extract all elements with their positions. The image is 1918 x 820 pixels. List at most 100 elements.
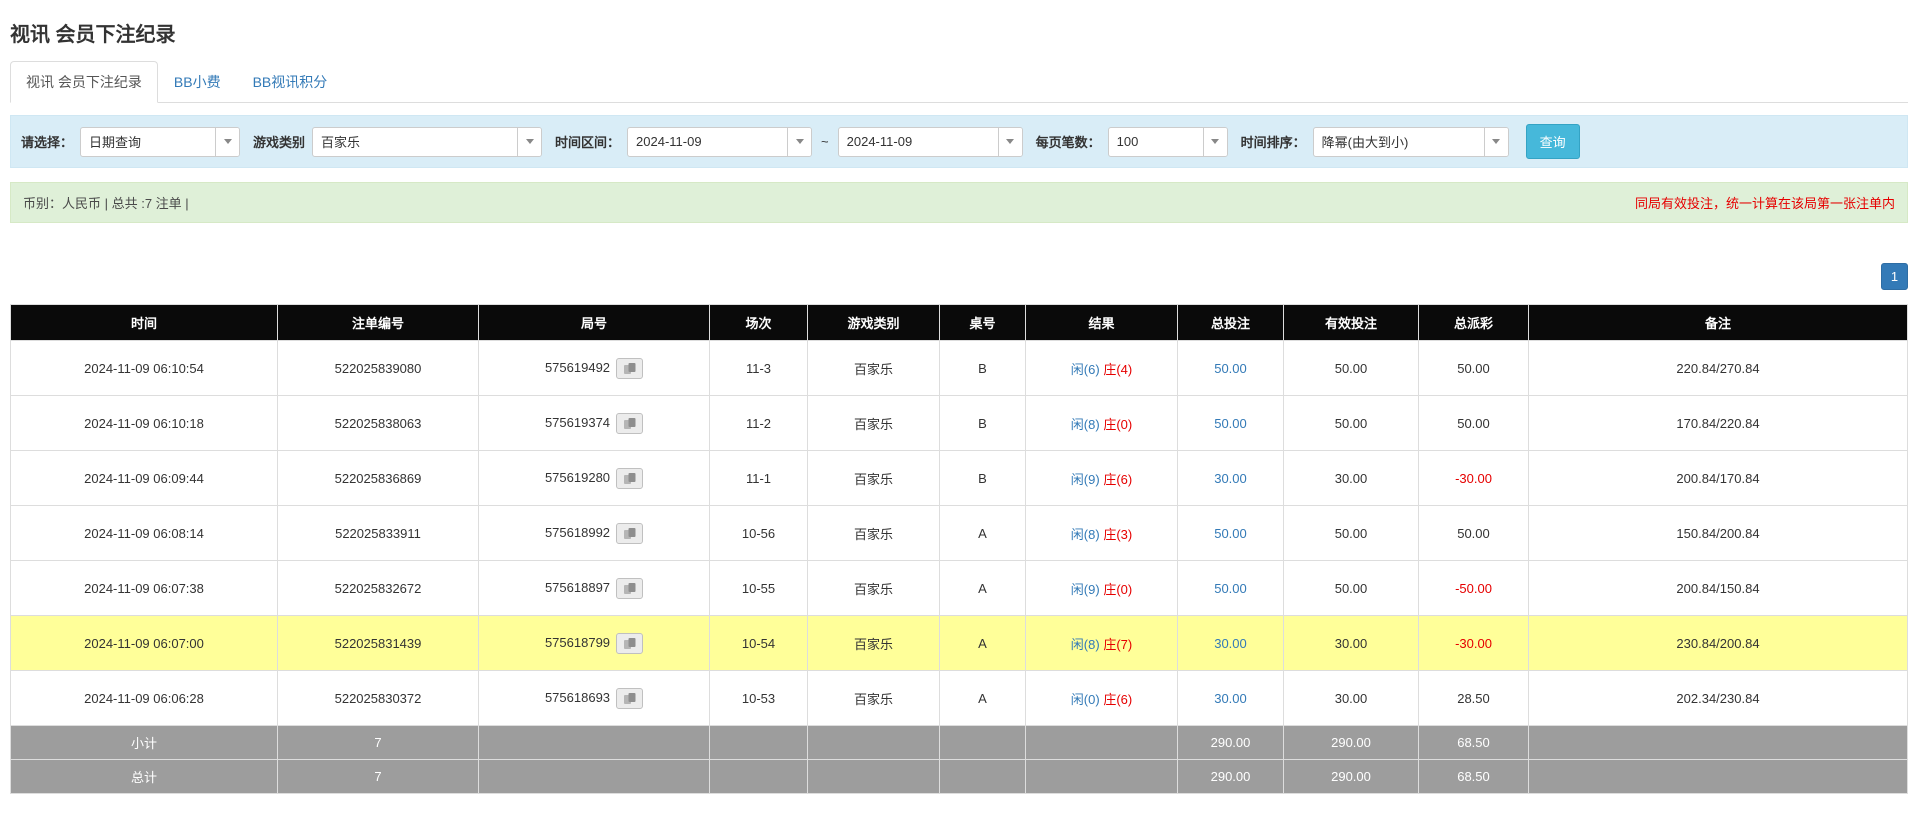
result-cell: 闲(9) 庄(0) (1026, 561, 1178, 616)
empty-cell (710, 726, 808, 760)
sort-value: 降幂(由大到小) (1314, 132, 1417, 151)
total-bet-cell: 30.00 (1178, 616, 1284, 671)
game-type-cell: 百家乐 (808, 616, 940, 671)
result-cell: 闲(9) 庄(6) (1026, 451, 1178, 506)
round-no-cell: 575618799 (479, 616, 710, 671)
total-bet-link[interactable]: 30.00 (1214, 636, 1247, 651)
session-cell: 11-1 (710, 451, 808, 506)
total-payout-cell: 68.50 (1419, 760, 1529, 794)
sort-select[interactable]: 降幂(由大到小) (1313, 127, 1509, 157)
table-no-cell: B (940, 396, 1026, 451)
total-bet-link[interactable]: 50.00 (1214, 416, 1247, 431)
table-no-cell: B (940, 451, 1026, 506)
page-1-button[interactable]: 1 (1881, 263, 1908, 290)
tab-bb-tips[interactable]: BB小费 (158, 61, 237, 103)
valid-bet-cell: 50.00 (1284, 396, 1419, 451)
valid-bet-cell: 30.00 (1284, 616, 1419, 671)
date-from-value: 2024-11-09 (628, 134, 710, 149)
time-cell: 2024-11-09 06:10:54 (11, 341, 278, 396)
table-no-cell: A (940, 506, 1026, 561)
table-no-cell: A (940, 616, 1026, 671)
payout-cell: 28.50 (1419, 671, 1529, 726)
cards-icon (623, 362, 637, 375)
tab-betting-records[interactable]: 视讯 会员下注纪录 (10, 61, 158, 103)
payout-cell: 50.00 (1419, 396, 1529, 451)
cards-icon (623, 417, 637, 430)
total-row: 总计 7 290.00 290.00 68.50 (11, 760, 1908, 794)
game-type-cell: 百家乐 (808, 451, 940, 506)
chevron-down-icon (215, 128, 239, 156)
round-replay-button[interactable] (616, 468, 643, 489)
note-cell: 200.84/170.84 (1529, 451, 1908, 506)
session-cell: 11-3 (710, 341, 808, 396)
column-header-game-type: 游戏类别 (808, 305, 940, 341)
valid-bet-cell: 50.00 (1284, 341, 1419, 396)
page-size-select[interactable]: 100 (1108, 127, 1228, 157)
total-bet-link[interactable]: 50.00 (1214, 526, 1247, 541)
bet-no-cell: 522025838063 (278, 396, 479, 451)
round-replay-button[interactable] (616, 523, 643, 544)
round-no-cell: 575619492 (479, 341, 710, 396)
pagination: 1 (10, 263, 1908, 290)
chevron-down-icon (1484, 128, 1508, 156)
cards-icon (623, 527, 637, 540)
round-no-cell: 575618693 (479, 671, 710, 726)
round-replay-button[interactable] (616, 413, 643, 434)
time-cell: 2024-11-09 06:06:28 (11, 671, 278, 726)
round-replay-button[interactable] (616, 633, 643, 654)
date-to-select[interactable]: 2024-11-09 (838, 127, 1023, 157)
date-from-select[interactable]: 2024-11-09 (627, 127, 812, 157)
game-type-select[interactable]: 百家乐 (312, 127, 542, 157)
bet-no-cell: 522025831439 (278, 616, 479, 671)
session-cell: 10-55 (710, 561, 808, 616)
result-banker: 庄(0) (1103, 582, 1132, 597)
subtotal-count-cell: 7 (278, 726, 479, 760)
round-no-cell: 575619280 (479, 451, 710, 506)
result-banker: 庄(4) (1103, 362, 1132, 377)
empty-cell (1529, 726, 1908, 760)
round-no: 575618799 (545, 634, 610, 649)
column-header-valid-bet: 有效投注 (1284, 305, 1419, 341)
session-cell: 10-56 (710, 506, 808, 561)
empty-cell (940, 726, 1026, 760)
table-row: 2024-11-09 06:07:38 522025832672 5756188… (11, 561, 1908, 616)
cards-icon (623, 472, 637, 485)
tab-bar: 视讯 会员下注纪录 BB小费 BB视讯积分 (10, 61, 1908, 103)
search-button[interactable]: 查询 (1526, 124, 1580, 159)
round-replay-button[interactable] (616, 578, 643, 599)
summary-bar: 币别：人民币 | 总共 :7 注单 | 同局有效投注，统一计算在该局第一张注单内 (10, 182, 1908, 223)
result-player: 闲(8) (1071, 637, 1100, 652)
table-row: 2024-11-09 06:10:54 522025839080 5756194… (11, 341, 1908, 396)
total-bet-link[interactable]: 30.00 (1214, 691, 1247, 706)
page-title: 视讯 会员下注纪录 (10, 18, 1908, 47)
round-replay-button[interactable] (616, 358, 643, 379)
total-bet-link[interactable]: 50.00 (1214, 581, 1247, 596)
payout-cell: 50.00 (1419, 506, 1529, 561)
round-no: 575618693 (545, 689, 610, 704)
cards-icon (623, 637, 637, 650)
bet-no-cell: 522025839080 (278, 341, 479, 396)
round-no: 575619492 (545, 359, 610, 374)
empty-cell (808, 760, 940, 794)
total-bet-link[interactable]: 50.00 (1214, 361, 1247, 376)
note-cell: 200.84/150.84 (1529, 561, 1908, 616)
total-count-cell: 7 (278, 760, 479, 794)
query-type-select[interactable]: 日期查询 (80, 127, 240, 157)
bet-no-cell: 522025836869 (278, 451, 479, 506)
game-type-cell: 百家乐 (808, 396, 940, 451)
notice-text: 同局有效投注，统一计算在该局第一张注单内 (1635, 193, 1895, 212)
total-bet-link[interactable]: 30.00 (1214, 471, 1247, 486)
empty-cell (1529, 760, 1908, 794)
table-row: 2024-11-09 06:10:18 522025838063 5756193… (11, 396, 1908, 451)
valid-bet-cell: 30.00 (1284, 451, 1419, 506)
result-cell: 闲(6) 庄(4) (1026, 341, 1178, 396)
tab-bb-video-points[interactable]: BB视讯积分 (237, 61, 344, 103)
total-bet-cell: 50.00 (1178, 506, 1284, 561)
table-no-cell: A (940, 561, 1026, 616)
round-replay-button[interactable] (616, 688, 643, 709)
date-to-value: 2024-11-09 (839, 134, 921, 149)
result-banker: 庄(6) (1103, 472, 1132, 487)
subtotal-label-cell: 小计 (11, 726, 278, 760)
subtotal-row: 小计 7 290.00 290.00 68.50 (11, 726, 1908, 760)
total-bet-cell: 50.00 (1178, 396, 1284, 451)
